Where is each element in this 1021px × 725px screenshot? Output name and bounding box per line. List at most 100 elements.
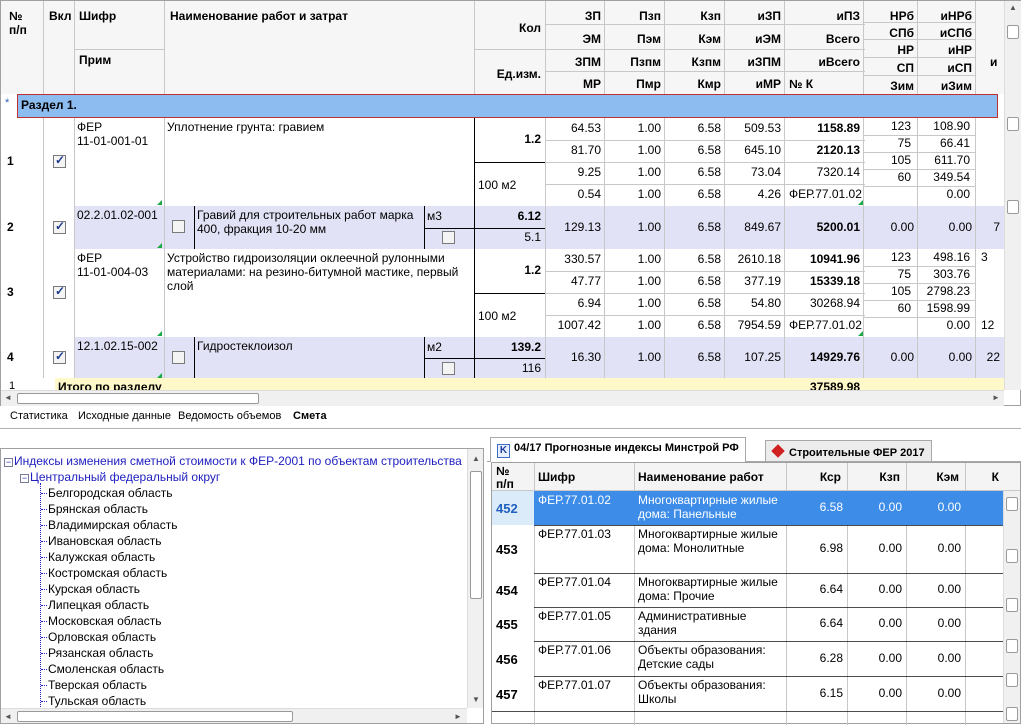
row-value-2-4: 30268.94 xyxy=(809,296,860,310)
hscroll-thumb[interactable] xyxy=(17,393,259,404)
divider xyxy=(545,271,865,272)
scroll-left-icon[interactable]: ◄ xyxy=(1,391,15,405)
tree-item-region[interactable]: Курская область xyxy=(48,582,140,596)
row-number: 3 xyxy=(7,285,14,299)
row-value-0-0: 64.53 xyxy=(570,121,601,135)
index-row-code: ФЕР.77.01.03 xyxy=(538,527,611,541)
row-value-0-1: 1.00 xyxy=(637,121,661,135)
divider xyxy=(474,249,475,337)
unit-checkbox[interactable] xyxy=(442,231,455,244)
divider xyxy=(164,337,165,379)
tree-root[interactable]: − Индексы изменения сметной стоимости к Ф… xyxy=(4,454,462,468)
tree-item-region[interactable]: Тульская область xyxy=(48,694,146,708)
grid-horizontal-scrollbar[interactable]: ◄ ► xyxy=(1,390,1004,406)
tree-item-region[interactable]: Рязанская область xyxy=(48,646,153,660)
scroll-thumb[interactable] xyxy=(1007,25,1019,39)
scroll-down-icon[interactable]: ▼ xyxy=(469,693,483,707)
scroll-left-icon[interactable]: ◄ xyxy=(1,710,15,723)
tree-item-region[interactable]: Московская область xyxy=(48,614,162,628)
index-row-number: 452 xyxy=(496,501,518,516)
include-checkbox[interactable] xyxy=(53,153,66,168)
include-checkbox[interactable] xyxy=(53,349,66,364)
index-row-kzp: 0.00 xyxy=(878,616,902,630)
divider xyxy=(604,249,605,337)
row-code[interactable]: ФЕР 11-01-004-03 xyxy=(77,251,165,279)
row-c6-3: 60 xyxy=(897,301,911,315)
collapse-icon[interactable]: − xyxy=(20,474,29,483)
divider xyxy=(43,118,44,206)
sheet-tab-2[interactable]: Ведомость объемов xyxy=(174,407,285,427)
row-code[interactable]: 12.1.02.15-002 xyxy=(77,339,165,353)
index-row-number: 456 xyxy=(496,651,518,667)
estimate-grid[interactable]: № п/п Вкл Шифр Прим Наименование работ и… xyxy=(0,0,1021,406)
divider xyxy=(975,337,976,379)
index-row-name: Административные здания xyxy=(638,609,747,637)
tab-stroit-fer[interactable]: Строительные ФЕР 2017 xyxy=(765,440,932,461)
tree-item-region[interactable]: Орловская область xyxy=(48,630,156,644)
tab-prognoz-index[interactable]: K 04/17 Прогнозные индексы Минстрой РФ xyxy=(490,437,746,462)
row-code[interactable]: 02.2.01.02-001 xyxy=(77,208,165,222)
scroll-up-icon[interactable]: ▲ xyxy=(1006,1,1020,15)
row-value-0: 16.30 xyxy=(570,350,601,364)
divider xyxy=(74,118,75,206)
tree-vertical-scrollbar[interactable]: ▲ ▼ xyxy=(467,449,483,708)
col-divider xyxy=(724,1,725,94)
row-value-2-1: 1.00 xyxy=(637,165,661,179)
tree-item-region[interactable]: Смоленская область xyxy=(48,662,164,676)
index-table[interactable]: № п/п Шифр Наименование работ Кср Кзп Кэм К 45… xyxy=(491,462,1021,725)
index-row-kem: 0.00 xyxy=(937,616,961,630)
row-name: Гравий для строительных работ марка 400,… xyxy=(197,208,414,236)
row-value-4: 14929.76 xyxy=(809,350,860,364)
header-c7-4: иЗим xyxy=(940,79,972,93)
tree-item-region[interactable]: Калужская область xyxy=(48,550,155,564)
index-row-ksr: 6.98 xyxy=(819,541,843,555)
tree-district[interactable]: − Центральный федеральный округ xyxy=(20,470,220,484)
divider xyxy=(545,293,865,294)
row-value-2-1: 1.00 xyxy=(637,296,661,310)
row-quantity: 139.2 xyxy=(510,340,541,354)
divider xyxy=(604,337,605,379)
tree-item-region[interactable]: Липецкая область xyxy=(48,598,149,612)
scroll-right-icon[interactable]: ► xyxy=(451,710,465,723)
scroll-right-icon[interactable]: ► xyxy=(989,391,1003,405)
material-checkbox[interactable] xyxy=(172,351,185,364)
include-checkbox[interactable] xyxy=(53,284,66,299)
divider xyxy=(474,118,475,206)
tree-item-region[interactable]: Костромская область xyxy=(48,566,167,580)
tree-item-region[interactable]: Белгородская область xyxy=(48,486,172,500)
tree-item-region[interactable]: Брянская область xyxy=(48,502,148,516)
index-tree[interactable]: − Индексы изменения сметной стоимости к Ф… xyxy=(0,448,484,724)
index-row-kem: 0.00 xyxy=(937,582,961,596)
scroll-up-icon[interactable]: ▲ xyxy=(469,452,483,466)
divider xyxy=(424,358,545,359)
sheet-tab-1[interactable]: Исходные данные xyxy=(74,407,175,427)
index-vertical-scrollbar[interactable] xyxy=(1003,491,1020,723)
tree-horizontal-scrollbar[interactable]: ◄ ► xyxy=(1,708,467,723)
divider xyxy=(784,118,785,206)
section-marker: * xyxy=(5,97,10,109)
material-checkbox[interactable] xyxy=(172,220,185,233)
tree-scroll-thumb[interactable] xyxy=(470,471,482,599)
row-value-1-3: 645.10 xyxy=(744,143,781,157)
divider xyxy=(545,118,546,206)
divider xyxy=(74,337,75,379)
tree-item-region[interactable]: Ивановская область xyxy=(48,534,162,548)
col-divider xyxy=(863,1,864,94)
collapse-icon[interactable]: − xyxy=(4,458,13,467)
grid-vertical-scrollbar[interactable]: ▲ xyxy=(1004,1,1021,390)
row-c6-1: 75 xyxy=(897,136,911,150)
include-checkbox[interactable] xyxy=(53,219,66,234)
index-row-number: 454 xyxy=(496,583,518,598)
header-c4-2: иЗПМ xyxy=(747,55,781,69)
tree-item-region[interactable]: Тверская область xyxy=(48,678,147,692)
tree-item-region[interactable]: Владимирская область xyxy=(48,518,177,532)
header-c1-2: ЗПМ xyxy=(574,55,601,69)
sheet-tab-3[interactable]: Смета xyxy=(289,407,331,427)
unit-checkbox[interactable] xyxy=(442,362,455,375)
divider xyxy=(864,152,976,153)
section-row[interactable]: Раздел 1. xyxy=(17,94,998,118)
row-code[interactable]: ФЕР 11-01-001-01 xyxy=(77,120,165,148)
sheet-tab-0[interactable]: Статистика xyxy=(6,407,72,427)
header-naimen: Наименование работ и затрат xyxy=(170,9,348,23)
row-unit: м2 xyxy=(427,340,442,354)
